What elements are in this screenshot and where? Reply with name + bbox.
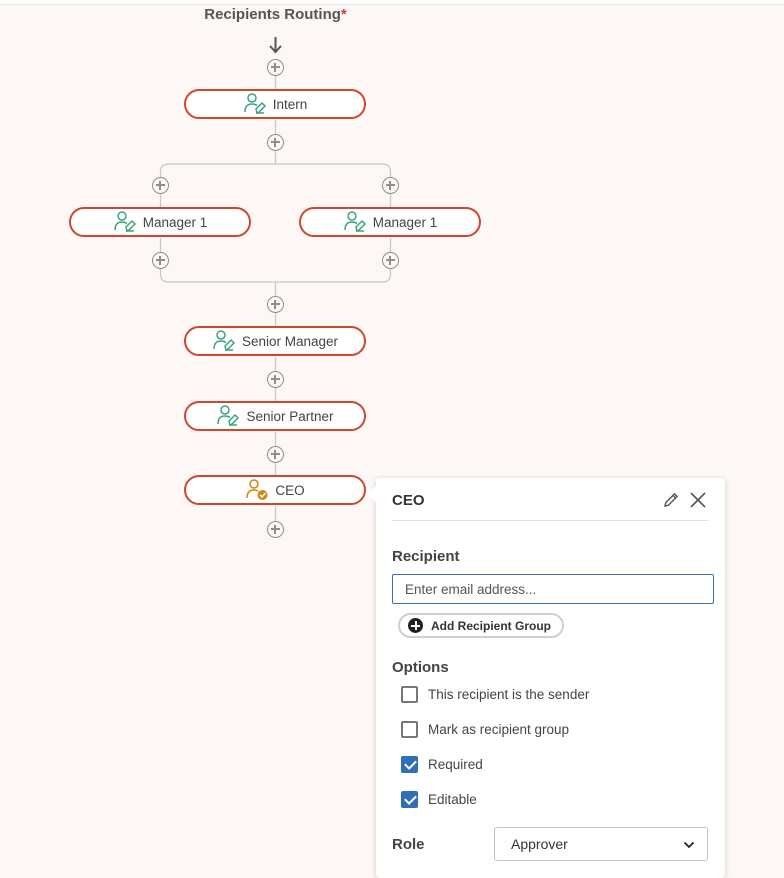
recipient-label: Recipient	[392, 548, 460, 565]
panel-pointer	[368, 486, 376, 502]
signer-icon	[216, 404, 240, 428]
required-checkbox[interactable]	[401, 756, 418, 773]
signer-icon	[113, 210, 137, 234]
recipient-node-senior-manager[interactable]: Senior Manager	[184, 326, 366, 356]
approver-icon	[245, 478, 269, 502]
recipient-node-ceo[interactable]: CEO	[184, 475, 366, 505]
add-step-button[interactable]	[382, 177, 399, 194]
node-label: Manager 1	[372, 214, 438, 230]
recipient-group-checkbox[interactable]	[401, 721, 418, 738]
node-label: Intern	[272, 96, 308, 112]
edit-pencil-icon[interactable]	[662, 491, 680, 509]
role-select[interactable]: Approver	[494, 827, 708, 861]
panel-title: CEO	[392, 492, 425, 509]
chevron-down-icon	[683, 836, 695, 852]
add-recipient-group-button[interactable]: Add Recipient Group	[398, 613, 564, 638]
node-label: Senior Manager	[241, 333, 339, 349]
down-arrow-icon	[269, 37, 282, 54]
recipient-node-manager-1[interactable]: Manager 1	[299, 207, 481, 237]
plus-circle-icon	[408, 618, 423, 633]
recipient-properties-panel: CEO Recipient Add Recipient Group Option…	[368, 478, 725, 878]
role-label: Role	[392, 836, 425, 853]
option-label: Mark as recipient group	[428, 722, 570, 737]
options-label: Options	[392, 659, 449, 676]
recipient-node-intern[interactable]: Intern	[184, 89, 366, 119]
add-step-button[interactable]	[267, 521, 284, 538]
email-input[interactable]	[392, 574, 714, 604]
option-recipient-group[interactable]: Mark as recipient group	[401, 721, 569, 738]
sender-checkbox[interactable]	[401, 686, 418, 703]
add-step-button[interactable]	[267, 371, 284, 388]
option-required[interactable]: Required	[401, 756, 483, 773]
signer-icon	[212, 329, 236, 353]
panel-divider	[392, 520, 709, 521]
node-label: Manager 1	[142, 214, 208, 230]
signer-icon	[343, 210, 367, 234]
node-label: Senior Partner	[246, 408, 334, 424]
add-step-button[interactable]	[267, 446, 284, 463]
add-recipient-group-label: Add Recipient Group	[431, 618, 551, 633]
option-sender[interactable]: This recipient is the sender	[401, 686, 589, 703]
option-label: Required	[428, 757, 483, 772]
add-step-button[interactable]	[267, 59, 284, 76]
add-step-button[interactable]	[152, 177, 169, 194]
option-label: Editable	[428, 792, 477, 807]
option-label: This recipient is the sender	[428, 687, 590, 702]
recipient-node-senior-partner[interactable]: Senior Partner	[184, 401, 366, 431]
role-value: Approver	[511, 836, 568, 852]
node-label: CEO	[275, 482, 305, 498]
recipient-node-manager-1[interactable]: Manager 1	[69, 207, 251, 237]
add-step-button[interactable]	[267, 296, 284, 313]
editable-checkbox[interactable]	[401, 791, 418, 808]
signer-icon	[243, 92, 267, 116]
add-step-button[interactable]	[382, 252, 399, 269]
add-step-button[interactable]	[267, 134, 284, 151]
close-icon[interactable]	[688, 490, 708, 510]
add-step-button[interactable]	[152, 252, 169, 269]
option-editable[interactable]: Editable	[401, 791, 477, 808]
